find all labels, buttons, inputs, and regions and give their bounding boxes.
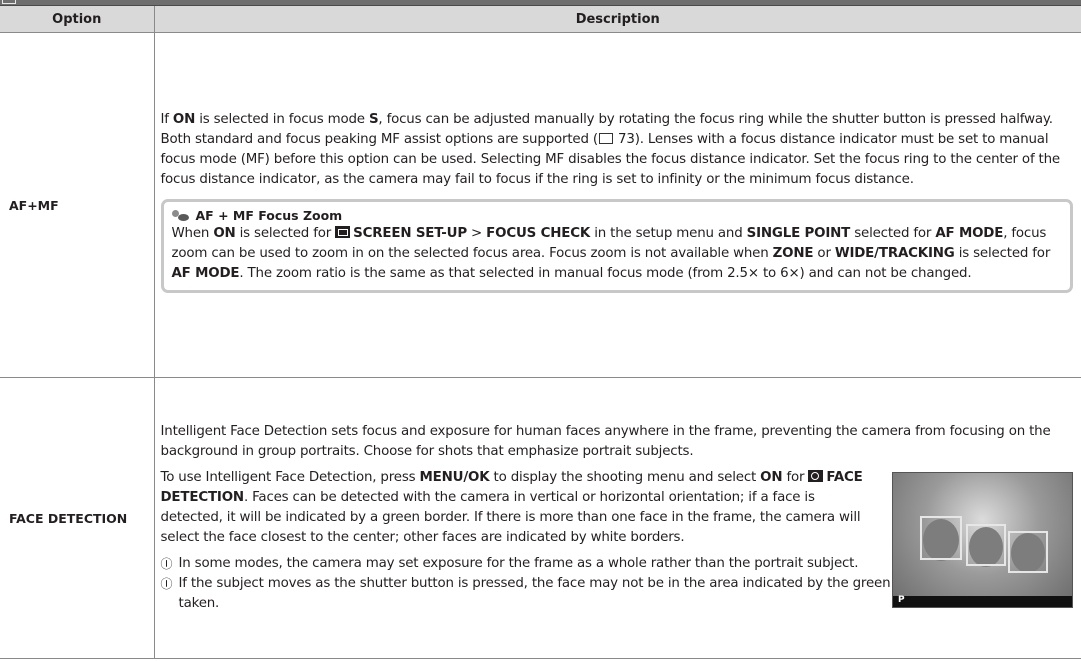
option-label-af-mf: AF+MF — [0, 32, 155, 378]
face-detection-instructions: To use Intelligent Face Detection, press… — [160, 470, 863, 545]
hint-icon — [171, 210, 190, 222]
focus-zoom-note: AF + MF Focus Zoom When ON is selected f… — [160, 199, 1073, 293]
description-face-detection: Intelligent Face Detection sets focus an… — [154, 377, 1081, 659]
table-header-row: Option Description — [0, 6, 1081, 33]
page-reference-icon — [598, 133, 613, 144]
option-table: Option Description AF+MF If ON is select… — [0, 6, 1081, 659]
note-title: AF + MF Focus Zoom — [171, 208, 1063, 224]
af-mf-paragraph: If ON is selected in focus mode S, focus… — [160, 112, 1061, 187]
face-detection-preview-image: P — [892, 472, 1073, 608]
face-detection-intro: Intelligent Face Detection sets focus an… — [160, 424, 1051, 459]
column-header-option: Option — [0, 6, 155, 33]
caution-icon: Ⓘ — [160, 557, 173, 571]
screen-setup-icon — [335, 226, 351, 238]
column-header-description: Description — [154, 6, 1081, 33]
face-detection-usage: To use Intelligent Face Detection, press… — [155, 468, 1081, 608]
caution-note: Ⓘ In some modes, the camera may set expos… — [155, 554, 921, 574]
option-label-face-detection: FACE DETECTION — [0, 377, 155, 659]
shooting-mode-indicator: P — [898, 595, 905, 605]
caution-icon: Ⓘ — [160, 577, 173, 591]
table-row-face-detection: FACE DETECTION Intelligent Face Detectio… — [0, 377, 1081, 659]
page-reference-number[interactable]: 73 — [618, 132, 635, 147]
description-af-mf: If ON is selected in focus mode S, focus… — [154, 32, 1081, 378]
book-icon — [2, 0, 16, 4]
table-row-af-mf: AF+MF If ON is selected in focus mode S,… — [0, 32, 1081, 378]
note-body: When ON is selected for SCREEN SET-UP > … — [171, 226, 1051, 281]
face-detection-icon — [808, 470, 824, 482]
